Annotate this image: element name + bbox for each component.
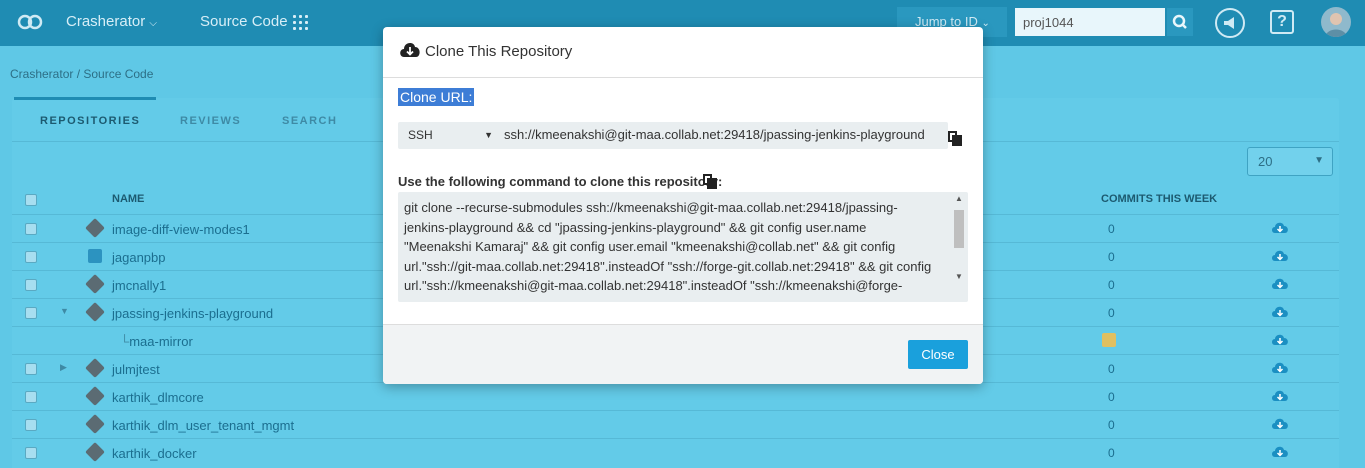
command-line: git clone --recurse-submodules ssh://kme… (404, 200, 898, 215)
clone-url-row: SSH ▼ ssh://kmeenakshi@git-maa.collab.ne… (398, 122, 948, 149)
caret-down-icon: ▼ (484, 130, 493, 140)
copy-url-icon[interactable] (948, 131, 962, 146)
command-line: url."ssh://git-maa.collab.net:29418".ins… (404, 258, 932, 274)
dialog-footer: Close (383, 324, 983, 384)
cloud-download-icon (400, 43, 420, 57)
clone-command-label: Use the following command to clone this … (398, 174, 722, 189)
protocol-select[interactable]: SSH ▼ (398, 122, 501, 149)
clone-repository-dialog: Clone This Repository Clone URL: SSH ▼ s… (383, 27, 983, 384)
dialog-title: Clone This Repository (425, 43, 573, 60)
clone-command-textarea[interactable]: git clone --recurse-submodules ssh://kme… (398, 192, 968, 302)
clone-url-field[interactable]: ssh://kmeenakshi@git-maa.collab.net:2941… (504, 127, 925, 142)
command-line: jenkins-playground && cd "jpassing-jenki… (404, 219, 867, 235)
command-scrollbar[interactable]: ▲ ▼ (952, 194, 966, 300)
copy-command-icon[interactable] (703, 174, 717, 189)
scrollbar-thumb[interactable] (954, 210, 964, 248)
clone-command-label-text: Use the following command to clone this … (398, 174, 723, 189)
close-button[interactable]: Close (908, 340, 968, 369)
scroll-up-arrow-icon[interactable]: ▲ (955, 194, 963, 203)
clone-url-label: Clone URL: (398, 88, 475, 106)
scroll-down-arrow-icon[interactable]: ▼ (955, 272, 963, 281)
protocol-value: SSH (408, 128, 433, 142)
clone-command-text: git clone --recurse-submodules ssh://kme… (404, 198, 949, 296)
dialog-header: Clone This Repository (383, 27, 983, 78)
command-line: "Meenakshi Kamaraj" && git config user.e… (404, 239, 896, 254)
command-line: url."ssh://kmeenakshi@git-maa.collab.net… (404, 278, 903, 293)
